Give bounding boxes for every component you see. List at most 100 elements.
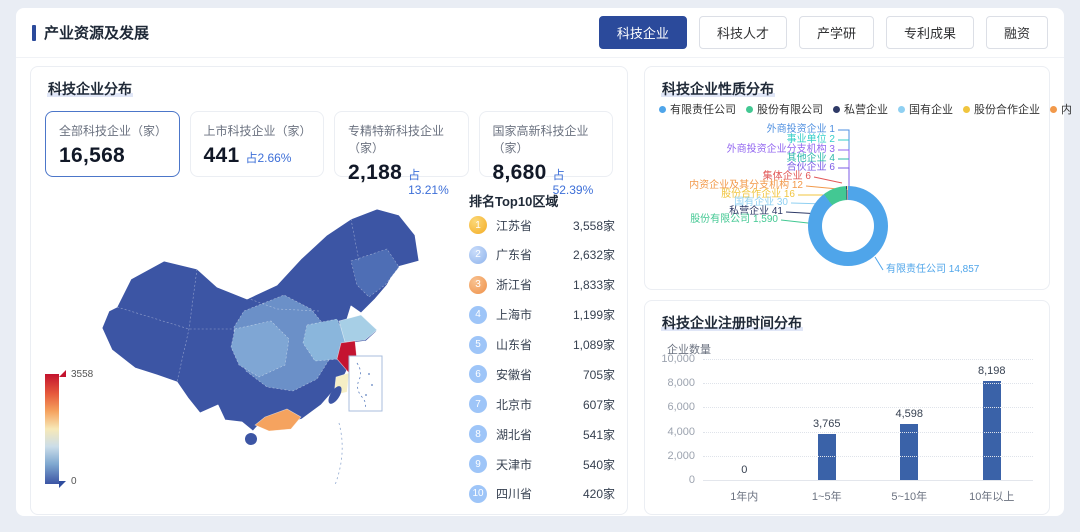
tab-bar: 科技企业科技人才产学研专利成果融资 <box>599 16 1048 49</box>
tab-financing[interactable]: 融资 <box>986 16 1048 49</box>
region-name: 湖北省 <box>496 426 532 443</box>
bar-chart-plot: 01年内3,7651~5年4,5985~10年8,19810年以上 10,000… <box>703 359 1033 480</box>
legend-dot <box>833 106 840 113</box>
tab-patent-results[interactable]: 专利成果 <box>886 16 974 49</box>
pie-label: 股份有限公司 1,590 <box>690 215 778 225</box>
stat-value-row: 16,568 <box>59 144 166 168</box>
scale-max-marker <box>59 370 66 377</box>
legend-item[interactable]: 私营企业 <box>833 101 888 117</box>
top10-row: 10四川省420家 <box>469 484 615 504</box>
legend-label: 有限责任公司 <box>670 101 736 117</box>
bar <box>818 434 836 480</box>
bar-column: 8,19810年以上 <box>951 359 1034 480</box>
panel-tech-distribution: 科技企业分布 全部科技企业（家）16,568上市科技企业（家）441占2.66%… <box>30 66 628 515</box>
donut-chart[interactable] <box>808 186 888 266</box>
bar-column: 3,7651~5年 <box>786 359 869 480</box>
y-tick: 8,000 <box>667 377 695 389</box>
main-panel: 产业资源及发展 科技企业科技人才产学研专利成果融资 科技企业分布 全部科技企业（… <box>16 8 1064 516</box>
stat-value-row: 441占2.66% <box>204 144 311 168</box>
bar-value: 4,598 <box>895 408 923 420</box>
south-china-sea-inset <box>349 356 382 411</box>
stat-card-specialized[interactable]: 专精特新科技企业（家）2,188占13.21% <box>334 111 469 177</box>
region-value: 541家 <box>583 426 615 443</box>
scale-min-label: 0 <box>71 476 77 487</box>
region-value: 3,558家 <box>573 217 615 234</box>
stat-value: 2,188 <box>348 161 402 185</box>
page-title: 产业资源及发展 <box>44 22 149 43</box>
stat-card-all[interactable]: 全部科技企业（家） 16,568 <box>45 111 180 177</box>
x-label: 10年以上 <box>969 488 1014 504</box>
y-tick: 10,000 <box>661 353 695 365</box>
region-name: 安徽省 <box>496 366 532 383</box>
legend-label: 国有企业 <box>909 101 953 117</box>
rank-badge: 8 <box>469 425 487 443</box>
top10-panel: 排名Top10区域 1江苏省3,558家2广东省2,632家3浙江省1,833家… <box>469 191 615 506</box>
legend-item[interactable]: 国有企业 <box>898 101 953 117</box>
region-value: 420家 <box>583 485 615 502</box>
legend-label: 内 <box>1061 101 1072 117</box>
rank-badge: 3 <box>469 276 487 294</box>
gridline <box>703 432 1033 433</box>
region-value: 1,199家 <box>573 306 615 323</box>
gridline <box>703 359 1033 360</box>
stat-label: 全部科技企业（家） <box>59 122 166 139</box>
pie-legend-row: 有限责任公司股份有限公司私营企业国有企业股份合作企业内 ◀ 1/3 ▶ <box>659 101 1041 117</box>
y-tick: 0 <box>689 474 695 486</box>
legend-label: 股份合作企业 <box>974 101 1040 117</box>
bar-columns: 01年内3,7651~5年4,5985~10年8,19810年以上 <box>703 359 1033 480</box>
region-value: 540家 <box>583 456 615 473</box>
stat-value: 16,568 <box>59 144 125 168</box>
legend-item[interactable]: 股份有限公司 <box>746 101 823 117</box>
region-name: 四川省 <box>496 485 532 502</box>
legend-label: 私营企业 <box>844 101 888 117</box>
stat-card-national-hitech[interactable]: 国家高新科技企业（家）8,680占52.39% <box>479 111 614 177</box>
top10-title: 排名Top10区域 <box>469 191 615 210</box>
scale-max-label: 3558 <box>71 369 93 380</box>
stat-label: 上市科技企业（家） <box>204 122 311 139</box>
region-value: 1,833家 <box>573 276 615 293</box>
stat-value: 441 <box>204 144 240 168</box>
legend-item[interactable]: 内 <box>1050 101 1072 117</box>
legend-item[interactable]: 有限责任公司 <box>659 101 736 117</box>
legend-dot <box>1050 106 1057 113</box>
top10-row: 6安徽省705家 <box>469 364 615 384</box>
top10-row: 5山东省1,089家 <box>469 335 615 355</box>
tab-tech-talent[interactable]: 科技人才 <box>699 16 787 49</box>
map-color-scale: 3558 0 <box>45 370 105 490</box>
bar-value: 3,765 <box>813 418 841 430</box>
bar-value: 8,198 <box>978 365 1006 377</box>
top10-row: 3浙江省1,833家 <box>469 275 615 295</box>
rank-badge: 1 <box>469 216 487 234</box>
region-name: 天津市 <box>496 456 532 473</box>
stat-card-listed[interactable]: 上市科技企业（家） 441占2.66% <box>190 111 325 177</box>
top10-row: 9 天津市 540家 <box>469 454 615 474</box>
stat-value: 8,680 <box>493 161 547 185</box>
legend-dot <box>898 106 905 113</box>
bar <box>983 381 1001 480</box>
y-tick: 6,000 <box>667 401 695 413</box>
region-name: 江苏省 <box>496 217 532 234</box>
bar-column: 4,5985~10年 <box>868 359 951 480</box>
top10-row: 7北京市607家 <box>469 394 615 414</box>
island-hainan <box>245 433 257 445</box>
rank-badge: 9 <box>469 455 487 473</box>
gridline <box>703 480 1033 481</box>
bar-value: 0 <box>741 464 747 476</box>
bar <box>900 424 918 480</box>
gridline <box>703 456 1033 457</box>
x-label: 1~5年 <box>812 488 842 504</box>
rank-badge: 7 <box>469 395 487 413</box>
top10-row: 1 江苏省 3,558家 <box>469 215 615 235</box>
tab-tech-enterprise[interactable]: 科技企业 <box>599 16 687 49</box>
rank-badge: 4 <box>469 306 487 324</box>
legend-dot <box>963 106 970 113</box>
tab-industry-academia[interactable]: 产学研 <box>799 16 874 49</box>
rank-badge: 6 <box>469 365 487 383</box>
gradient-bar <box>45 374 59 484</box>
gridline <box>703 407 1033 408</box>
panel-enterprise-nature: 科技企业性质分布 有限责任公司股份有限公司私营企业国有企业股份合作企业内 ◀ 1… <box>644 66 1050 290</box>
pie-label: 有限责任公司 14,857 <box>886 265 979 275</box>
legend-item[interactable]: 股份合作企业 <box>963 101 1040 117</box>
x-label: 1年内 <box>730 488 758 504</box>
region-name: 广东省 <box>496 246 532 263</box>
